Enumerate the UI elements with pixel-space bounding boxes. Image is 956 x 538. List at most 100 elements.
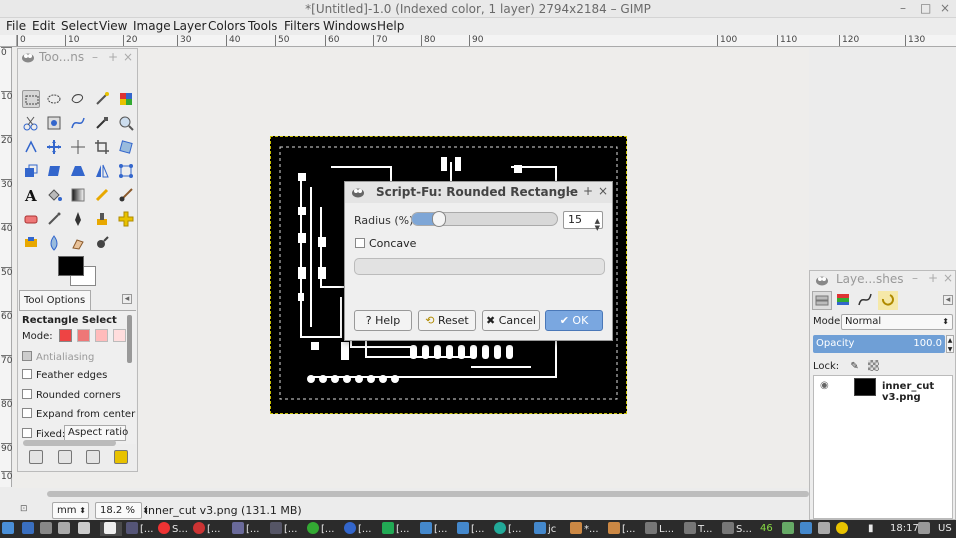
tray-icon[interactable] [918,522,932,536]
mode-add-icon[interactable] [77,329,90,342]
tab-tool-options[interactable]: Tool Options [19,290,91,310]
rect-select-tool-icon[interactable] [22,90,40,108]
fixed-checkbox[interactable] [22,428,32,438]
fuzzy-select-tool-icon[interactable] [93,90,111,108]
taskbar-item[interactable]: L... [645,522,674,536]
radius-spinbox[interactable]: 15 ▲ ▼ [563,211,603,232]
unit-dropdown[interactable]: mm ⬍ [52,502,89,519]
dialog-close-button[interactable]: × [598,184,608,198]
close-button[interactable]: × [940,1,950,15]
menu-select[interactable]: Select [61,19,98,33]
clock[interactable]: 18:17 [890,522,919,536]
ellipse-select-tool-icon[interactable] [45,90,63,108]
antialiasing-option[interactable]: Antialiasing [22,351,94,363]
taskbar-item[interactable]: [... [420,522,447,536]
taskbar-item[interactable]: [... [126,522,153,536]
eye-icon[interactable]: ◉ [820,380,829,391]
taskbar-item[interactable]: [... [270,522,297,536]
flip-tool-icon[interactable] [93,162,111,180]
taskbar-item[interactable]: [... [457,522,484,536]
dock-minimize-icon[interactable]: – [92,49,98,65]
opacity-spinner[interactable]: ▲ ▼ [946,335,954,353]
layer-mode-dropdown[interactable]: Normal ⬍ [841,314,953,330]
tab-menu-icon[interactable]: ◂ [943,295,953,305]
restore-options-icon[interactable] [58,450,72,464]
cancel-button[interactable]: ✖ Cancel [482,310,540,331]
dialog-minimize-button[interactable]: – [566,184,572,198]
keyboard-layout[interactable]: US [938,522,952,536]
concave-checkbox[interactable] [355,238,365,248]
tab-channels[interactable] [834,291,854,310]
reset-button[interactable]: ⟲ Reset [418,310,476,331]
dialog-maximize-button[interactable]: + [583,184,593,198]
dock-maximize-icon[interactable]: + [928,271,938,285]
dodge-burn-tool-icon[interactable] [93,234,111,252]
tray-icon[interactable] [818,522,832,536]
menu-edit[interactable]: Edit [32,19,55,33]
foreground-select-tool-icon[interactable] [45,114,63,132]
taskbar-item-active[interactable] [100,522,122,536]
fixed-option[interactable]: Fixed: Aspect ratio [22,425,128,441]
foreground-color-swatch[interactable] [58,256,84,276]
tool-options-scrollbar[interactable] [127,315,132,363]
ruler-corner[interactable] [0,35,17,47]
menu-colors[interactable]: Colors [208,19,246,33]
taskbar-item[interactable]: S... [158,522,188,536]
mode-intersect-icon[interactable] [113,329,127,342]
menu-windows[interactable]: Windows [323,19,377,33]
alignment-tool-icon[interactable] [69,138,87,156]
paths-tool-icon[interactable] [69,114,87,132]
fg-bg-colors[interactable] [58,256,102,292]
canvas-hscrollbar[interactable] [47,491,809,497]
tray-icon[interactable] [782,522,796,536]
blur-tool-icon[interactable] [45,234,63,252]
shear-tool-icon[interactable] [45,162,63,180]
taskbar-item[interactable] [58,522,72,536]
radius-slider[interactable] [411,211,558,227]
bucket-fill-tool-icon[interactable] [45,186,63,204]
taskbar-item[interactable]: *... [570,522,599,536]
zoom-dropdown[interactable]: 18.2 % ⬍ [95,502,149,519]
feather-edges-option[interactable]: Feather edges [22,369,107,381]
tab-layers[interactable] [812,291,832,310]
move-tool-icon[interactable] [45,138,63,156]
tab-undo-history[interactable] [878,291,898,310]
expand-from-center-option[interactable]: Expand from center [22,408,135,420]
ink-tool-icon[interactable] [69,210,87,228]
opacity-slider[interactable]: Opacity 100.0 [813,335,945,353]
paintbrush-tool-icon[interactable] [117,186,135,204]
expand-from-center-checkbox[interactable] [22,408,32,418]
menu-tools[interactable]: Tools [248,19,278,33]
maximize-button[interactable]: □ [920,1,931,15]
scissors-tool-icon[interactable] [22,114,40,132]
airbrush-tool-icon[interactable] [45,210,63,228]
taskbar-item[interactable]: jc [534,522,556,536]
taskbar-item[interactable] [78,522,92,536]
battery-indicator[interactable]: 46 [760,522,773,536]
free-select-tool-icon[interactable] [69,90,87,108]
scale-tool-icon[interactable] [22,162,40,180]
delete-options-icon[interactable] [86,450,100,464]
select-by-color-tool-icon[interactable] [117,90,135,108]
zoom-tool-icon[interactable] [117,114,135,132]
dock-close-icon[interactable]: × [943,271,953,285]
navigate-icon[interactable]: ⊡ [20,504,28,514]
smudge-tool-icon[interactable] [69,234,87,252]
dock-maximize-icon[interactable]: + [108,49,118,65]
vertical-ruler[interactable]: 0 10 20 30 40 50 60 70 80 90 100 [0,47,18,487]
taskbar-item[interactable]: S... [722,522,752,536]
concave-option[interactable]: Concave [355,237,416,250]
layer-row[interactable]: ◉ inner_cut v3.png [814,376,952,403]
ok-button[interactable]: ✔ OK [545,310,603,331]
menu-filters[interactable]: Filters [284,19,320,33]
feather-edges-checkbox[interactable] [22,369,32,379]
perspective-tool-icon[interactable] [69,162,87,180]
dock-minimize-icon[interactable]: – [912,271,918,285]
spin-down-icon[interactable]: ▼ [595,220,600,236]
eraser-tool-icon[interactable] [22,210,40,228]
rounded-corners-checkbox[interactable] [22,389,32,399]
radius-slider-handle[interactable] [432,211,446,227]
menu-view[interactable]: View [99,19,127,33]
reset-options-icon[interactable] [114,450,128,464]
lock-alpha-icon[interactable] [867,360,879,371]
